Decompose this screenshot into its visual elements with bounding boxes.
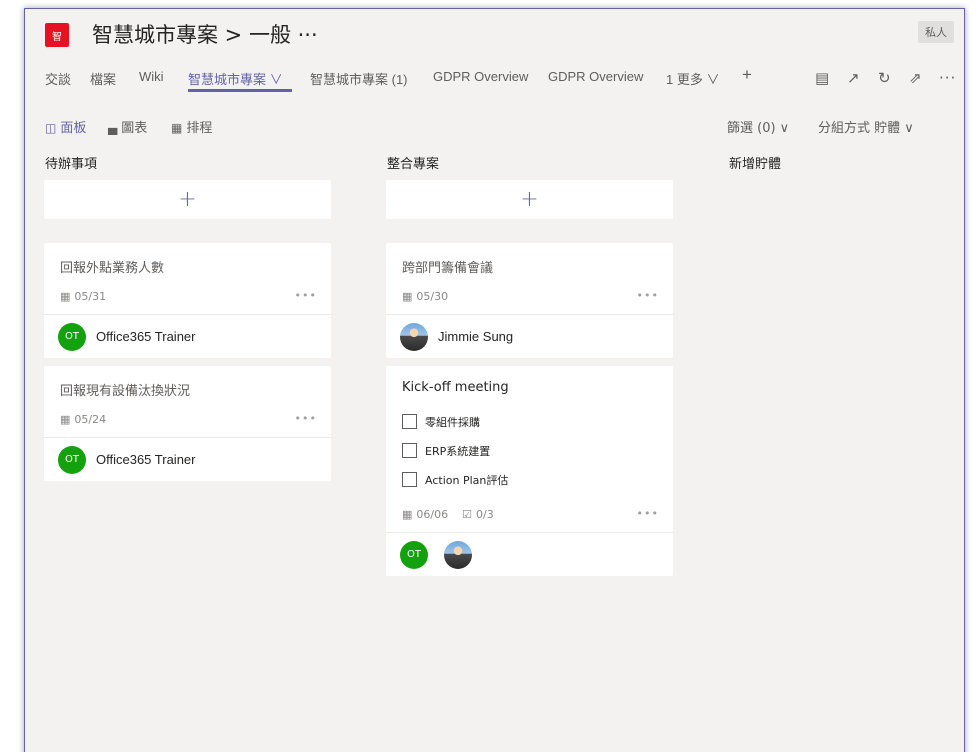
add-task-button[interactable]: + — [44, 180, 331, 219]
due-date: 05/31 — [74, 289, 107, 303]
calendar-icon: ▦ — [402, 289, 413, 303]
calendar-icon: ▦ — [402, 507, 413, 521]
calendar-icon: ▦ — [171, 121, 183, 135]
avatar: OT — [58, 322, 86, 351]
checklist-label: ERP系統建置 — [425, 444, 491, 458]
more-options-icon[interactable]: ••• — [637, 507, 659, 520]
schedule-view-button[interactable]: ▦ 排程 — [171, 117, 212, 136]
assignee-name: Office365 Trainer — [96, 329, 196, 344]
due-date: 05/30 — [416, 289, 449, 303]
charts-view-button[interactable]: ▄ 圖表 — [108, 117, 147, 136]
checkbox[interactable] — [402, 443, 417, 458]
assignee-name: Office365 Trainer — [96, 452, 196, 467]
tab-planner-active[interactable]: 智慧城市專案 ∨ — [188, 69, 283, 88]
tab-gdpr-overview-2[interactable]: GDPR Overview — [548, 69, 643, 84]
more-options-icon[interactable]: ••• — [295, 289, 317, 302]
checklist-label: Action Plan評估 — [425, 473, 509, 487]
due-date: 06/06 — [416, 507, 449, 521]
add-bucket-button[interactable]: 新增貯體 — [729, 153, 781, 172]
popout-icon[interactable]: ⇗ — [909, 69, 922, 87]
board-label: 面板 — [60, 121, 87, 136]
avatar: OT — [400, 540, 428, 569]
more-options-icon[interactable]: ••• — [295, 412, 317, 425]
add-tab-button[interactable]: + — [742, 65, 752, 85]
bucket-integration: + 跨部門籌備會議 ▦ 05/30 ••• Jimmie Sung Kick-o… — [386, 180, 673, 584]
column-title-todo[interactable]: 待辦事項 — [45, 153, 97, 172]
due-date: 05/24 — [74, 412, 107, 426]
team-logo: 智 — [45, 23, 69, 47]
view-bar: ◫ 面板 ▄ 圖表 ▦ 排程 篩選 (0) ∨ 分組方式 貯體 ∨ — [25, 113, 964, 139]
privacy-badge: 私人 — [918, 21, 954, 43]
tab-wiki[interactable]: Wiki — [139, 69, 164, 84]
task-title: 回報外點業務人數 — [60, 261, 165, 276]
checklist-progress: 0/3 — [475, 507, 494, 521]
tab-bar: 交談 檔案 Wiki 智慧城市專案 ∨ 智慧城市專案 (1) GDPR Over… — [25, 63, 964, 95]
planner-window: 智 智慧城市專案 > 一般 ··· 私人 交談 檔案 Wiki 智慧城市專案 ∨… — [24, 8, 965, 752]
checkbox[interactable] — [402, 472, 417, 487]
checklist-label: 零組件採購 — [425, 415, 480, 429]
channel-title[interactable]: 智慧城市專案 > 一般 ··· — [92, 19, 318, 49]
assignee-name: Jimmie Sung — [438, 329, 514, 344]
board-view-button[interactable]: ◫ 面板 — [45, 117, 86, 136]
more-icon[interactable]: ··· — [939, 69, 956, 87]
more-options-icon[interactable]: ••• — [637, 289, 659, 302]
avatar-photo — [400, 322, 428, 351]
expand-icon[interactable]: ↗ — [847, 69, 860, 87]
column-title-integration[interactable]: 整合專案 — [387, 153, 439, 172]
calendar-icon: ▦ — [60, 289, 71, 303]
title-bar: 智 智慧城市專案 > 一般 ··· 私人 — [25, 9, 964, 57]
active-tab-indicator — [188, 89, 292, 92]
task-title: 跨部門籌備會議 — [402, 261, 494, 276]
group-by-dropdown[interactable]: 分組方式 貯體 ∨ — [818, 117, 914, 136]
avatar: OT — [58, 445, 86, 474]
tab-conversations[interactable]: 交談 — [45, 69, 71, 88]
board-icon: ◫ — [45, 121, 57, 135]
refresh-icon[interactable]: ↻ — [878, 69, 891, 87]
calendar-icon: ▦ — [60, 412, 71, 426]
task-title: 回報現有設備汰換狀況 — [60, 384, 191, 399]
checklist-item[interactable]: 零組件採購 — [402, 407, 657, 436]
checklist-icon: ☑ — [462, 507, 472, 521]
tab-files[interactable]: 檔案 — [90, 69, 116, 88]
add-task-button[interactable]: + — [386, 180, 673, 219]
filter-dropdown[interactable]: 篩選 (0) ∨ — [727, 117, 789, 136]
task-card[interactable]: 跨部門籌備會議 ▦ 05/30 ••• Jimmie Sung — [386, 243, 673, 358]
tab-gdpr-overview-1[interactable]: GDPR Overview — [433, 69, 528, 84]
bucket-todo: + 回報外點業務人數 ▦ 05/31 ••• OT Office365 Trai… — [44, 180, 331, 489]
avatar-photo — [444, 540, 472, 569]
task-card[interactable]: 回報現有設備汰換狀況 ▦ 05/24 ••• OT Office365 Trai… — [44, 366, 331, 481]
chat-icon[interactable]: ▤ — [815, 69, 829, 87]
tab-planner-1[interactable]: 智慧城市專案 (1) — [310, 69, 408, 88]
tab-more[interactable]: 1 更多 ∨ — [666, 69, 719, 88]
checkbox[interactable] — [402, 414, 417, 429]
checklist-item[interactable]: Action Plan評估 — [402, 465, 657, 494]
task-card[interactable]: Kick-off meeting 零組件採購 ERP系統建置 Action Pl… — [386, 366, 673, 576]
charts-label: 圖表 — [121, 121, 148, 136]
task-card[interactable]: 回報外點業務人數 ▦ 05/31 ••• OT Office365 Traine… — [44, 243, 331, 358]
chart-icon: ▄ — [108, 121, 118, 135]
schedule-label: 排程 — [186, 121, 213, 136]
checklist-item[interactable]: ERP系統建置 — [402, 436, 657, 465]
task-title: Kick-off meeting — [402, 380, 509, 395]
